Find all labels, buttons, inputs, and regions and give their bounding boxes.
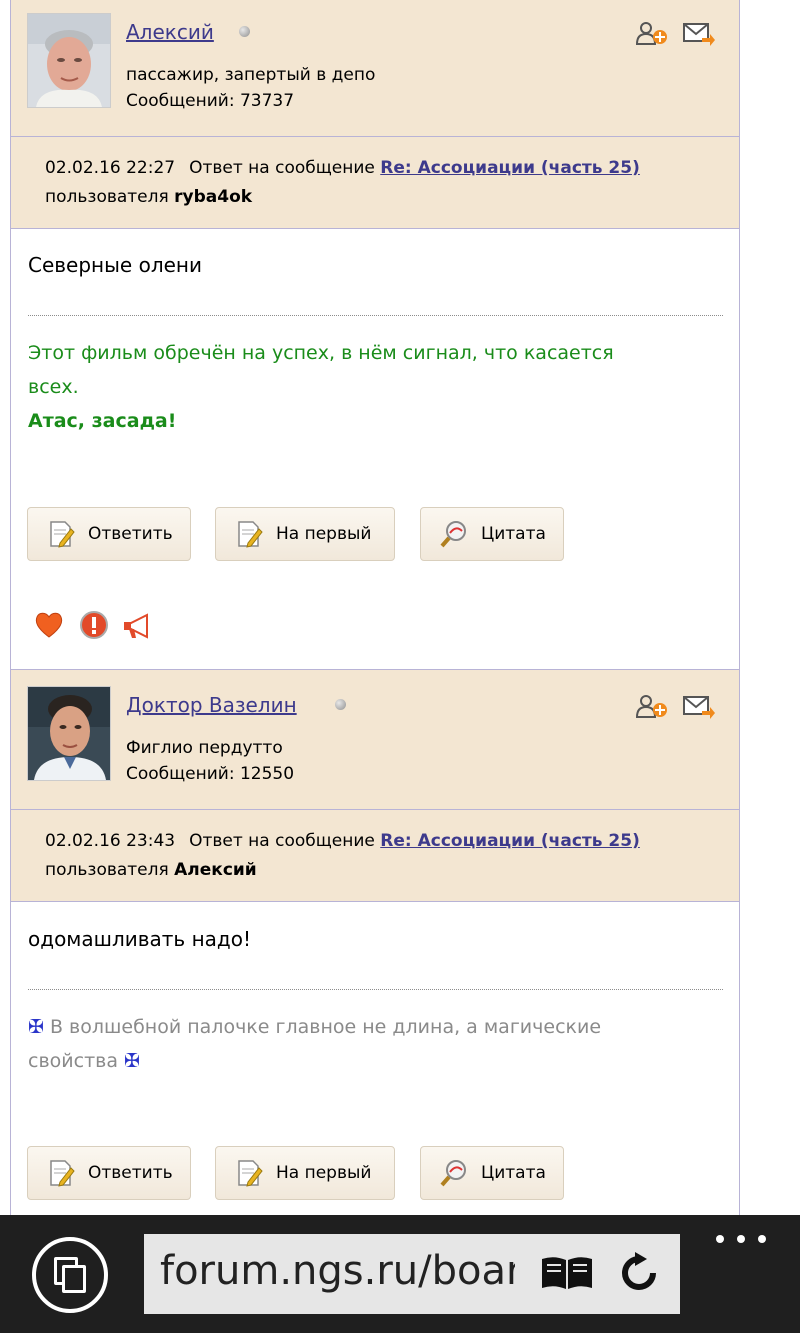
reply-button-label: Ответить [88,524,173,544]
reply-button-label: Ответить [88,1163,173,1183]
message-count-value: 12550 [239,764,295,784]
reply-prefix: Ответ на сообщение [189,831,375,851]
reply-user-name: ryba4ok [174,187,253,207]
online-status-indicator [335,699,346,710]
signature-line: ✠ В волшебной палочке главное не длина, … [28,1010,718,1044]
reply-user-line: пользователя Алексий [45,860,257,880]
envelope-arrow-icon[interactable] [682,20,716,48]
browser-address-bar: forum.ngs.ru/boarc [0,1215,800,1333]
message-count: Сообщений: 73737 [126,91,294,111]
cross-symbol: ✠ [124,1050,140,1072]
signature-text: свойства [28,1050,118,1072]
tabs-icon[interactable] [32,1237,108,1313]
signature-separator [28,989,723,990]
reply-button[interactable]: Ответить [27,507,191,561]
reply-first-button-label: На первый [276,524,372,544]
reply-button[interactable]: Ответить [27,1146,191,1200]
reply-first-button-label: На первый [276,1163,372,1183]
reply-first-button[interactable]: На первый [215,507,395,561]
url-field[interactable]: forum.ngs.ru/boarc [144,1234,680,1314]
quote-button[interactable]: Цитата [420,507,564,561]
post-meta: 02.02.16 23:43 Ответ на сообщение Re: Асс… [11,810,739,901]
note-pencil-icon [50,1160,75,1187]
reply-prefix: Ответ на сообщение [189,158,375,178]
post-meta-line: 02.02.16 22:27 Ответ на сообщение Re: Асс… [45,158,640,178]
quote-button-label: Цитата [481,1163,546,1183]
note-pencil-icon [238,521,263,548]
envelope-arrow-icon[interactable] [682,693,716,721]
message-count-value: 73737 [239,91,295,111]
author-name-link[interactable]: Доктор Вазелин [126,693,297,717]
avatar[interactable] [27,686,111,781]
message-count-label: Сообщений: [126,91,235,111]
post-text: Северные олени [28,253,202,277]
signature-line: Этот фильм обречён на успех, в нём сигна… [28,342,614,364]
post-body: одомашливать надо! ✠ В волшебной палочке… [11,902,739,1215]
reply-to-link[interactable]: Re: Ассоциации (часть 25) [380,831,640,851]
reply-to-link[interactable]: Re: Ассоциации (часть 25) [380,158,640,178]
post-meta: 02.02.16 22:27 Ответ на сообщение Re: Асс… [11,137,739,228]
post-text: одомашливать надо! [28,927,251,951]
magnifier-icon [440,521,466,548]
user-title: пассажир, запертый в депо [126,65,376,85]
signature-line: свойства ✠ [28,1044,718,1078]
more-dots-icon[interactable] [716,1229,766,1249]
forum-thread-column: Алексий пассажир, запертый в депо Сообще… [10,0,740,1215]
heart-icon[interactable] [33,609,65,641]
signature-separator [28,315,723,316]
book-icon[interactable] [540,1255,594,1291]
reply-first-button[interactable]: На первый [215,1146,395,1200]
signature-bold-line: Атас, засада! [28,410,177,432]
refresh-icon[interactable] [618,1252,660,1294]
quote-button[interactable]: Цитата [420,1146,564,1200]
reply-user-prefix: пользователя [45,860,169,880]
post-author-panel: Алексий пассажир, запертый в депо Сообще… [11,0,739,136]
warning-icon[interactable] [78,609,110,641]
avatar[interactable] [27,13,111,108]
signature: ✠ В волшебной палочке главное не длина, … [28,1010,718,1078]
user-title: Фиглио пердутто [126,738,283,758]
post-datetime: 02.02.16 23:43 [45,831,176,851]
online-status-indicator [239,26,250,37]
add-friend-icon[interactable] [635,693,669,721]
post-body: Северные олени Этот фильм обречён на усп… [11,229,739,669]
message-count-label: Сообщений: [126,764,235,784]
reply-user-name: Алексий [174,860,257,880]
quote-button-label: Цитата [481,524,546,544]
cross-symbol: ✠ [28,1016,44,1038]
post-meta-line: 02.02.16 23:43 Ответ на сообщение Re: Асс… [45,831,640,851]
url-text: forum.ngs.ru/boarc [160,1248,515,1294]
add-friend-icon[interactable] [635,20,669,48]
message-count: Сообщений: 12550 [126,764,294,784]
signature-line: всех. [28,376,79,398]
note-pencil-icon [50,521,75,548]
megaphone-icon[interactable] [121,612,153,644]
post-datetime: 02.02.16 22:27 [45,158,176,178]
signature: Этот фильм обречён на успех, в нём сигна… [28,336,718,438]
magnifier-icon [440,1160,466,1187]
author-name-link[interactable]: Алексий [126,20,214,44]
post-author-panel: Доктор Вазелин Фиглио пердутто Сообщений… [11,670,739,809]
signature-text: В волшебной палочке главное не длина, а … [49,1016,602,1038]
note-pencil-icon [238,1160,263,1187]
reply-user-prefix: пользователя [45,187,169,207]
reply-user-line: пользователя ryba4ok [45,187,252,207]
